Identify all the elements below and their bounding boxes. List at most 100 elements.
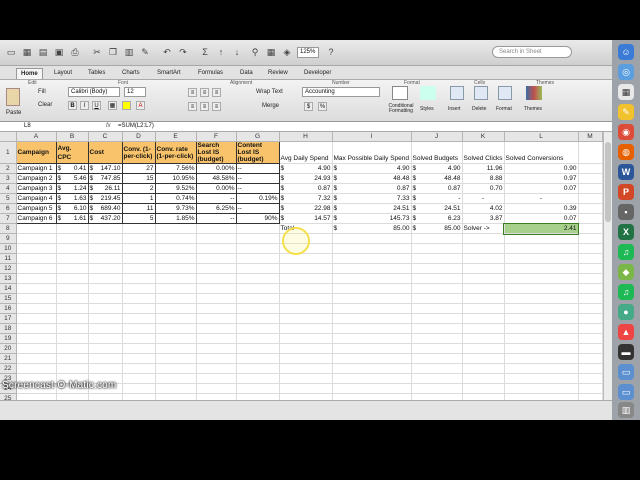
cell[interactable] — [196, 313, 237, 324]
max-daily-spend-cell[interactable]: $0.87 — [332, 183, 412, 194]
avg-daily-spend-cell[interactable]: $14.57 — [279, 213, 333, 224]
conv-rate-cell[interactable]: 9.52% — [154, 183, 197, 194]
cell[interactable] — [504, 353, 579, 364]
tab-layout[interactable]: Layout — [50, 68, 76, 79]
cell[interactable] — [279, 313, 333, 324]
print-icon[interactable]: ⎙ — [68, 45, 82, 59]
conversions-cell[interactable]: 5 — [121, 213, 156, 224]
conv-rate-cell[interactable]: 1.85% — [154, 213, 197, 224]
cell[interactable] — [578, 263, 603, 274]
cell[interactable] — [88, 273, 123, 284]
cell[interactable] — [88, 323, 123, 334]
cell[interactable] — [16, 343, 57, 354]
formula-input[interactable]: =SUM(L2:L7) — [118, 123, 154, 129]
cell[interactable] — [236, 263, 280, 274]
align-bottom-icon[interactable]: ≡ — [212, 88, 221, 97]
cell[interactable] — [155, 333, 197, 344]
cell[interactable] — [155, 373, 197, 384]
cell[interactable] — [155, 223, 197, 234]
copy-icon[interactable]: ❐ — [106, 45, 120, 59]
cell[interactable] — [332, 303, 412, 314]
cell[interactable] — [332, 273, 412, 284]
row-header[interactable]: 3 — [0, 173, 17, 184]
solved-clicks-cell[interactable]: - — [462, 193, 505, 204]
cell[interactable] — [16, 333, 57, 344]
tab-smartart[interactable]: SmartArt — [153, 68, 185, 79]
cell[interactable] — [504, 283, 579, 294]
row-header[interactable]: 17 — [0, 313, 17, 324]
header-cell[interactable]: Campaign — [15, 141, 57, 164]
cell[interactable] — [504, 373, 579, 384]
column-header[interactable]: G — [236, 132, 280, 142]
cost-cell[interactable]: $437.20 — [87, 213, 123, 224]
cell[interactable] — [504, 273, 579, 284]
cell[interactable] — [16, 243, 57, 254]
cell[interactable] — [236, 283, 280, 294]
open-icon[interactable]: ▤ — [36, 45, 50, 59]
cell[interactable] — [88, 263, 123, 274]
app-icon[interactable]: ▪ — [618, 204, 634, 220]
cell[interactable] — [236, 253, 280, 264]
cell[interactable] — [196, 223, 237, 234]
column-header[interactable]: F — [196, 132, 237, 142]
row-header[interactable]: 21 — [0, 353, 17, 364]
save-icon[interactable]: ▣ — [52, 45, 66, 59]
app-icon[interactable]: ◆ — [618, 264, 634, 280]
cell[interactable] — [332, 333, 412, 344]
column-header[interactable]: K — [462, 132, 505, 142]
align-center-icon[interactable]: ≡ — [200, 102, 209, 111]
campaign-cell[interactable]: Campaign 1 — [15, 163, 57, 174]
header-cell[interactable]: Cost — [87, 141, 123, 164]
solved-conversions-cell[interactable]: 0.97 — [504, 173, 579, 184]
cell[interactable] — [504, 253, 579, 264]
cost-cell[interactable]: $147.10 — [87, 163, 123, 174]
tab-charts[interactable]: Charts — [118, 68, 144, 79]
cell[interactable] — [56, 333, 89, 344]
cell[interactable] — [279, 353, 333, 364]
cell[interactable] — [236, 223, 280, 234]
cell[interactable] — [122, 243, 156, 254]
paste-icon[interactable]: ▥ — [122, 45, 136, 59]
cell[interactable] — [236, 373, 280, 384]
cell[interactable] — [56, 263, 89, 274]
cell[interactable] — [88, 253, 123, 264]
zoom-field[interactable]: 125% — [297, 47, 319, 58]
cell[interactable] — [196, 293, 237, 304]
cell[interactable] — [56, 243, 89, 254]
cost-cell[interactable]: $747.85 — [87, 173, 123, 184]
cell[interactable] — [236, 323, 280, 334]
cell[interactable] — [462, 303, 505, 314]
cell[interactable] — [155, 293, 197, 304]
cell[interactable] — [462, 253, 505, 264]
cell[interactable] — [578, 363, 603, 374]
cell[interactable] — [462, 243, 505, 254]
conversions-cell[interactable]: 2 — [121, 183, 156, 194]
cell[interactable] — [462, 353, 505, 364]
avg-daily-spend-cell[interactable]: $7.32 — [279, 193, 333, 204]
cell[interactable] — [504, 313, 579, 324]
cell[interactable] — [155, 263, 197, 274]
undo-icon[interactable]: ↶ — [160, 45, 174, 59]
cell[interactable] — [122, 323, 156, 334]
cell[interactable] — [411, 303, 463, 314]
column-header[interactable]: E — [155, 132, 197, 142]
cell[interactable] — [56, 273, 89, 284]
cell[interactable] — [88, 303, 123, 314]
cell[interactable] — [236, 333, 280, 344]
cut-icon[interactable]: ✂ — [90, 45, 104, 59]
campaign-cell[interactable]: Campaign 3 — [15, 183, 57, 194]
cell[interactable] — [196, 243, 237, 254]
cell[interactable] — [56, 343, 89, 354]
cell[interactable] — [504, 263, 579, 274]
solved-budget-cell[interactable]: $6.23 — [411, 213, 463, 224]
cell[interactable] — [462, 293, 505, 304]
cell[interactable] — [155, 343, 197, 354]
vertical-scrollbar[interactable] — [603, 132, 612, 400]
cell[interactable] — [155, 363, 197, 374]
cell[interactable] — [578, 283, 603, 294]
row-header[interactable]: 5 — [0, 193, 17, 204]
cell[interactable] — [462, 273, 505, 284]
campaign-cell[interactable]: Campaign 4 — [15, 193, 57, 204]
cell[interactable] — [56, 253, 89, 264]
search-lost-is-cell[interactable]: 0.00% — [195, 163, 237, 174]
